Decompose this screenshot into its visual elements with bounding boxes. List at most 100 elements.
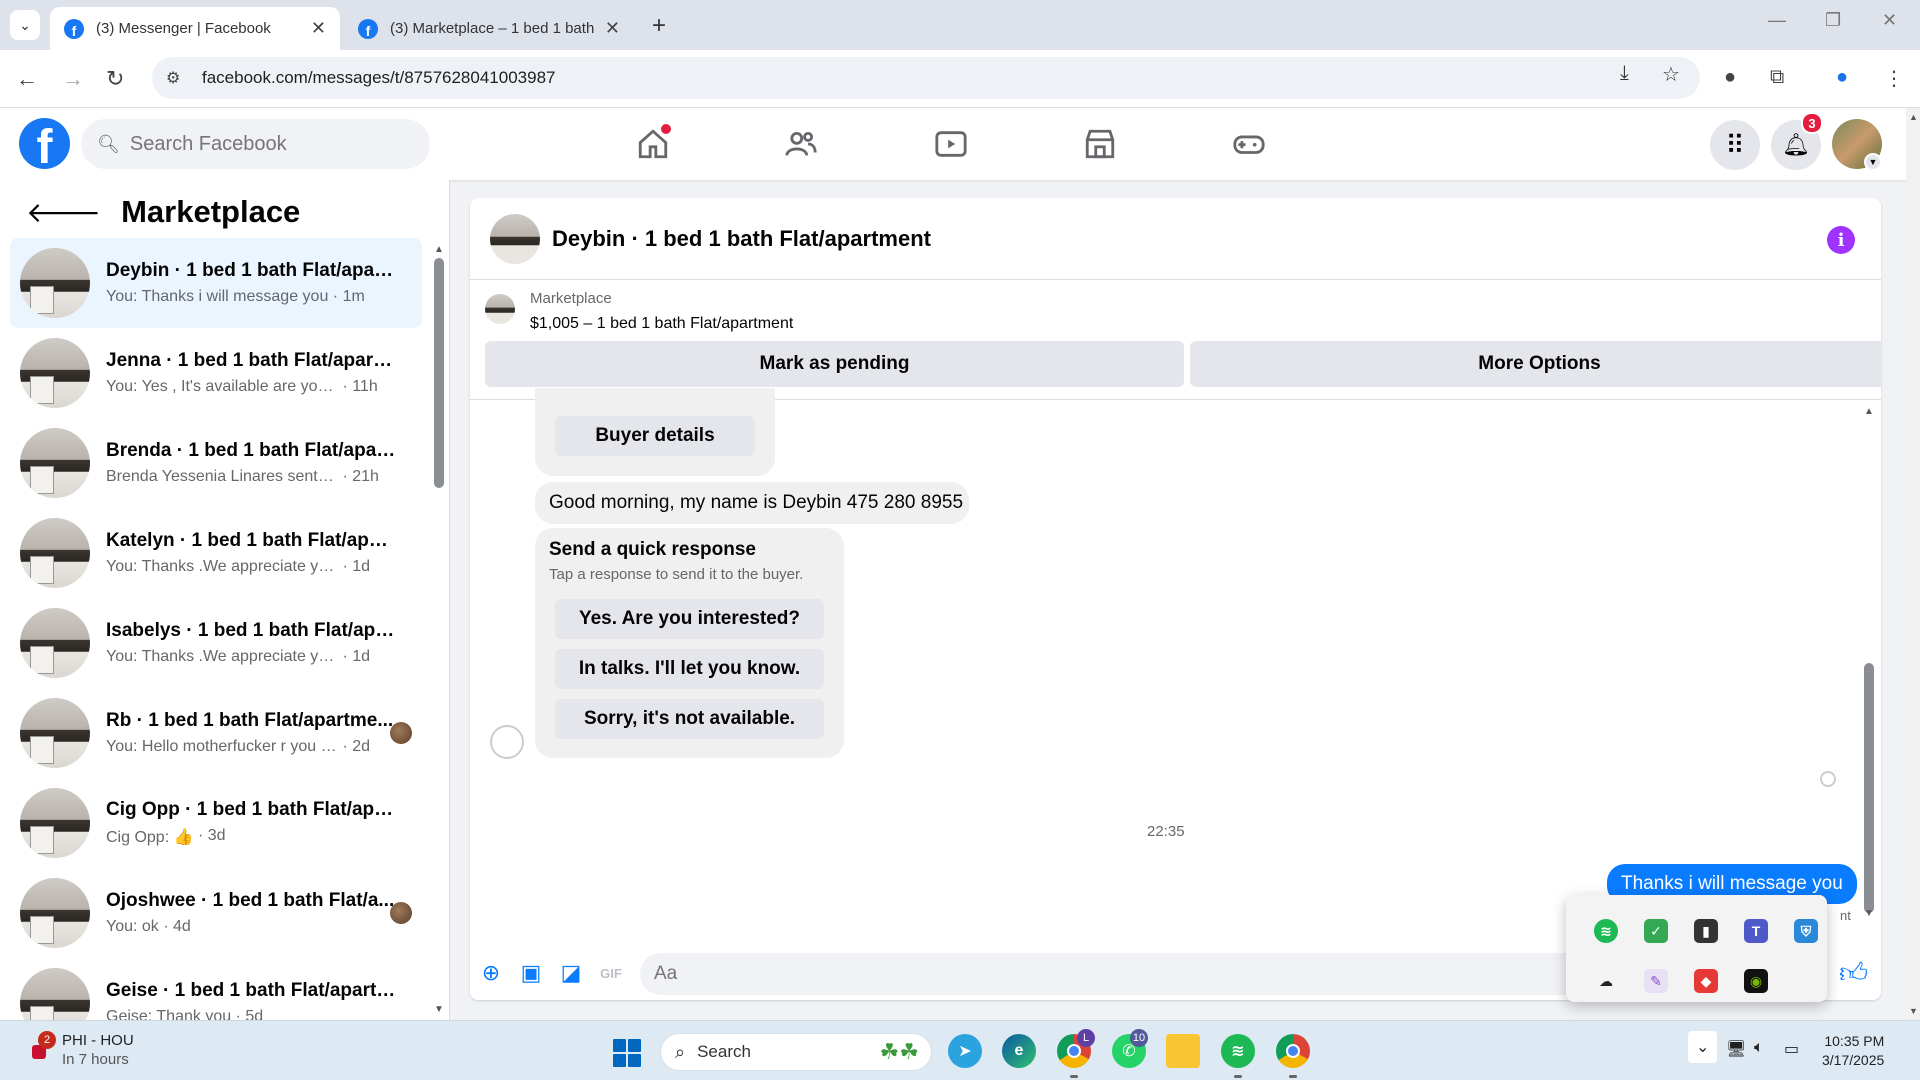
- extensions-icon[interactable]: ⧉: [1770, 66, 1784, 89]
- scroll-down-icon[interactable]: ▼: [1864, 908, 1874, 919]
- conversation-preview: You: Thanks .We appreciate your in...: [106, 558, 338, 575]
- cookie-extension-icon[interactable]: ●: [1724, 66, 1736, 89]
- start-button[interactable]: [613, 1039, 641, 1067]
- conversation-item[interactable]: Jenna · 1 bed 1 bath Flat/apartm... You: …: [10, 328, 422, 418]
- scroll-down-icon[interactable]: ▼: [1909, 1006, 1918, 1016]
- buyer-details-button[interactable]: Buyer details: [555, 416, 755, 456]
- minimize-icon[interactable]: —: [1768, 10, 1786, 31]
- quick-response-yes-button[interactable]: Yes. Are you interested?: [555, 599, 824, 639]
- listing-price[interactable]: $1,005 – 1 bed 1 bath Flat/apartment: [530, 315, 793, 333]
- read-receipt-avatar: [390, 722, 412, 744]
- read-receipt-avatar: [390, 902, 412, 924]
- edge-taskbar-icon[interactable]: e: [1002, 1034, 1036, 1068]
- listing-thumbnail[interactable]: [485, 294, 515, 324]
- back-icon[interactable]: ←: [16, 66, 38, 92]
- mark-as-pending-button[interactable]: Mark as pending: [485, 341, 1184, 387]
- page-scrollbar[interactable]: ▲ ▼: [1906, 108, 1920, 1020]
- running-indicator: [1070, 1075, 1078, 1078]
- conversation-item[interactable]: Geise · 1 bed 1 bath Flat/apartm... Geise…: [10, 958, 422, 1020]
- conversation-item[interactable]: Brenda · 1 bed 1 bath Flat/apart... Brend…: [10, 418, 422, 508]
- sticker-icon[interactable]: ◪: [558, 960, 584, 986]
- message-input-box[interactable]: [640, 953, 1640, 995]
- conversation-item[interactable]: Deybin · 1 bed 1 bath Flat/apart... You: …: [10, 238, 422, 328]
- conversation-avatar: [20, 878, 90, 948]
- nav-home[interactable]: [583, 108, 723, 180]
- restore-icon[interactable]: ❐: [1825, 10, 1841, 31]
- conversation-item[interactable]: Ojoshwee · 1 bed 1 bath Flat/a... You: ok…: [10, 868, 422, 958]
- spotify-taskbar-icon[interactable]: ≋: [1221, 1034, 1255, 1068]
- quick-response-not-available-button[interactable]: Sorry, it's not available.: [555, 699, 824, 739]
- conversation-item[interactable]: Isabelys · 1 bed 1 bath Flat/apart... You…: [10, 598, 422, 688]
- menu-grid-button[interactable]: ⠿: [1710, 120, 1760, 170]
- system-clock[interactable]: 10:35 PM 3/17/2025: [1822, 1032, 1884, 1070]
- teams-tray-icon[interactable]: T: [1744, 919, 1768, 943]
- close-tab-icon[interactable]: ✕: [605, 18, 620, 39]
- telegram-taskbar-icon[interactable]: ➤: [948, 1034, 982, 1068]
- chat-scrollbar[interactable]: [1864, 663, 1874, 913]
- clock-time: 10:35 PM: [1824, 1033, 1885, 1049]
- bookmark-star-icon[interactable]: ☆: [1662, 62, 1680, 87]
- taskbar-search[interactable]: ⌕ Search ☘☘: [660, 1033, 932, 1071]
- conversation-item[interactable]: Katelyn · 1 bed 1 bath Flat/apart... You:…: [10, 508, 422, 598]
- weather-widget[interactable]: 2 PHI - HOU In 7 hours: [30, 1031, 134, 1069]
- volume-icon[interactable]: 🔈︎: [1754, 1039, 1764, 1057]
- facebook-search[interactable]: 🔍︎: [81, 119, 430, 169]
- tab-title: (3) Marketplace – 1 bed 1 bath: [390, 20, 595, 37]
- conversation-item[interactable]: Rb · 1 bed 1 bath Flat/apartme... You: He…: [10, 688, 422, 778]
- tab-marketplace[interactable]: f (3) Marketplace – 1 bed 1 bath ✕: [344, 7, 634, 50]
- conversation-preview: Brenda Yessenia Linares sent you ...: [106, 468, 338, 485]
- scroll-up-icon[interactable]: ▲: [1864, 406, 1874, 417]
- tray-overflow-button[interactable]: ⌄: [1688, 1031, 1718, 1063]
- conversation-name: Katelyn · 1 bed 1 bath Flat/apart...: [106, 530, 396, 551]
- nvidia-tray-icon[interactable]: ◉: [1744, 969, 1768, 993]
- profile-icon[interactable]: ●: [1836, 66, 1848, 89]
- nav-friends[interactable]: [731, 108, 871, 180]
- search-input[interactable]: [129, 132, 410, 156]
- sidebar-scrollbar[interactable]: [434, 258, 444, 488]
- attach-image-icon[interactable]: ▣: [518, 960, 544, 986]
- network-icon[interactable]: 🖥︎: [1726, 1039, 1746, 1059]
- conversation-preview: You: Thanks i will message you: [106, 288, 329, 305]
- scroll-up-icon[interactable]: ▲: [434, 244, 444, 255]
- nav-watch[interactable]: [881, 108, 1021, 180]
- pen-tray-icon[interactable]: ✎: [1644, 969, 1668, 993]
- info-icon[interactable]: i: [1827, 226, 1855, 254]
- chat-avatar[interactable]: [490, 213, 540, 264]
- battery-icon[interactable]: ▭: [1784, 1039, 1799, 1059]
- anydesk-tray-icon[interactable]: ◆: [1694, 969, 1718, 993]
- install-app-icon[interactable]: ⤓: [1620, 62, 1629, 85]
- gif-icon[interactable]: GIF: [598, 960, 624, 986]
- forward-icon[interactable]: →: [62, 66, 84, 92]
- tab-messenger[interactable]: f (3) Messenger | Facebook ✕: [50, 7, 340, 50]
- close-tab-icon[interactable]: ✕: [311, 18, 326, 39]
- nav-marketplace[interactable]: [1030, 108, 1170, 180]
- close-window-icon[interactable]: ✕: [1882, 10, 1897, 31]
- message-input[interactable]: [654, 963, 899, 985]
- chrome-profile2-taskbar-icon[interactable]: [1276, 1034, 1310, 1068]
- plus-circle-icon[interactable]: ⊕: [478, 960, 504, 986]
- thumbs-up-icon[interactable]: 👍︎: [1839, 956, 1868, 990]
- chevron-down-icon[interactable]: ▼: [1864, 153, 1882, 171]
- usb-tray-icon[interactable]: ▮: [1694, 919, 1718, 943]
- address-bar[interactable]: ⚙ facebook.com/messages/t/87576280410039…: [152, 57, 1700, 99]
- file-explorer-taskbar-icon[interactable]: [1166, 1034, 1200, 1068]
- more-options-button[interactable]: More Options: [1190, 341, 1881, 387]
- cloud-off-tray-icon[interactable]: ☁: [1594, 969, 1618, 993]
- tab-search-button[interactable]: ⌄: [10, 10, 40, 40]
- defender-tray-icon[interactable]: ⛨: [1794, 919, 1818, 943]
- back-arrow-icon[interactable]: 🡐: [26, 195, 101, 229]
- chat-title[interactable]: Deybin · 1 bed 1 bath Flat/apartment: [552, 226, 931, 252]
- spotify-tray-icon[interactable]: ≋: [1594, 919, 1618, 943]
- menu-icon[interactable]: ⋮: [1884, 66, 1904, 91]
- scroll-down-icon[interactable]: ▼: [434, 1004, 444, 1015]
- security-tray-icon[interactable]: ✓: [1644, 919, 1668, 943]
- facebook-logo-icon[interactable]: f: [19, 118, 70, 169]
- quick-response-in-talks-button[interactable]: In talks. I'll let you know.: [555, 649, 824, 689]
- conversation-item[interactable]: Cig Opp · 1 bed 1 bath Flat/apart... Cig …: [10, 778, 422, 868]
- reload-icon[interactable]: ↻: [106, 66, 124, 92]
- scroll-up-icon[interactable]: ▲: [1909, 112, 1918, 122]
- site-info-icon[interactable]: ⚙: [166, 68, 190, 88]
- new-tab-button[interactable]: +: [652, 12, 666, 40]
- nav-gaming[interactable]: [1179, 108, 1319, 180]
- conversation-preview: You: Hello motherfucker r you s...: [106, 738, 338, 755]
